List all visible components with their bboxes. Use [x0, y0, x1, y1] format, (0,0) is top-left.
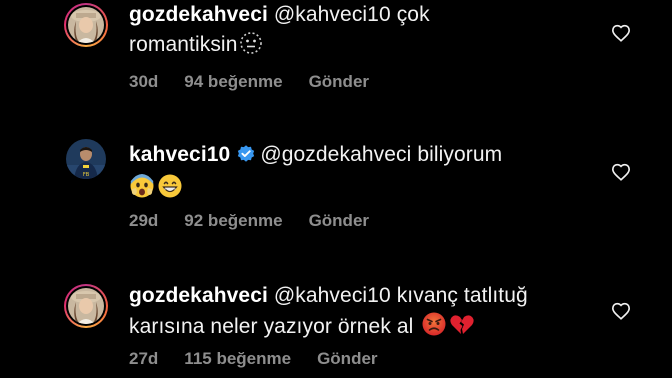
comment-meta: 29d 92 beğenme Gönder [129, 211, 395, 231]
comment-username[interactable]: gozdekahveci [129, 3, 268, 26]
comment-text-line2: karısına neler yazıyor örnek al [129, 315, 414, 338]
comment-mention[interactable]: @kahveci10 [274, 284, 391, 307]
comment-meta: 27d 115 beğenme Gönder [129, 349, 404, 369]
like-heart-icon[interactable] [611, 302, 631, 320]
profile-photo [68, 7, 104, 43]
comment-text: kıvanç tatlıtuğ [396, 284, 528, 307]
comment-body: gozdekahveci @kahveci10 kıvanç tatlıtuğ … [129, 281, 589, 346]
comment-body: gozdekahveci @kahveci10 çok romantiksin [129, 0, 589, 64]
avatar-kahveci10[interactable]: FB [66, 139, 106, 179]
verified-badge-icon [236, 143, 256, 173]
like-count[interactable]: 92 beğenme [184, 211, 282, 230]
comment-username[interactable]: gozdekahveci [129, 284, 268, 307]
svg-text:FB: FB [83, 172, 90, 178]
comment-text: biliyorum [417, 143, 503, 166]
profile-photo [68, 288, 104, 324]
neutral-dotted-face-icon [239, 31, 263, 64]
comment-age: 29d [129, 211, 159, 230]
comment-text: çok [396, 3, 430, 26]
comment-body: kahveci10 @gozdekahveci biliyorum [129, 140, 589, 208]
reply-button[interactable]: Gönder [309, 72, 369, 91]
avatar-gozdekahveci[interactable] [64, 284, 108, 328]
comment-text-line2: romantiksin [129, 33, 238, 56]
reply-button[interactable]: Gönder [309, 211, 369, 230]
angry-face-icon [421, 311, 447, 346]
reply-button[interactable]: Gönder [317, 349, 377, 368]
comment-age: 27d [129, 349, 159, 368]
like-count[interactable]: 115 beğenme [184, 349, 291, 368]
avatar-gozdekahveci[interactable] [64, 3, 108, 47]
comment-mention[interactable]: @kahveci10 [274, 3, 391, 26]
grinning-face-icon [157, 173, 183, 208]
comment-username[interactable]: kahveci10 [129, 143, 230, 166]
comment-age: 30d [129, 72, 159, 91]
fearful-face-icon [129, 173, 155, 208]
profile-photo: FB [66, 139, 106, 179]
like-heart-icon[interactable] [611, 24, 631, 42]
broken-heart-icon [449, 311, 475, 346]
like-count[interactable]: 94 beğenme [184, 72, 282, 91]
like-heart-icon[interactable] [611, 163, 631, 181]
comment-mention[interactable]: @gozdekahveci [260, 143, 411, 166]
comment-meta: 30d 94 beğenme Gönder [129, 72, 395, 92]
